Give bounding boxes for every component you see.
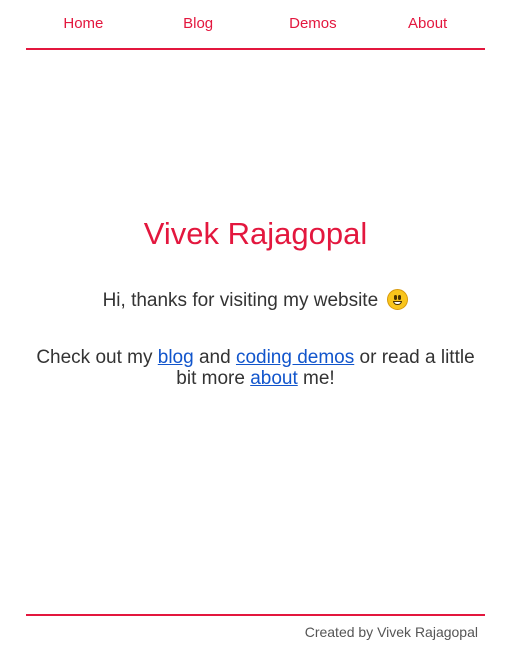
- greeting-label: Hi, thanks for visiting my website: [102, 290, 379, 311]
- intro-text-2: and: [193, 347, 236, 368]
- footer-divider: [26, 614, 485, 616]
- nav-demos-link[interactable]: Demos: [256, 15, 371, 32]
- footer-credit: Created by Vivek Rajagopal: [304, 624, 478, 640]
- nav-home-link[interactable]: Home: [26, 15, 141, 32]
- about-link[interactable]: about: [250, 368, 298, 389]
- coding-demos-link[interactable]: coding demos: [236, 347, 354, 368]
- greeting-text: Hi, thanks for visiting my website: [26, 287, 485, 315]
- intro-text-4: me!: [297, 368, 335, 389]
- nav-blog-link[interactable]: Blog: [141, 15, 256, 32]
- page-title: Vivek Rajagopal: [143, 216, 368, 251]
- grinning-face-icon: [387, 289, 409, 310]
- intro-paragraph: Check out my blog and coding demos or re…: [26, 347, 485, 389]
- page: Home Blog Demos About Vivek Rajagopal Hi…: [0, 0, 508, 657]
- intro-text-1: Check out my: [36, 347, 158, 368]
- top-navigation: Home Blog Demos About: [26, 0, 485, 50]
- nav-about-link[interactable]: About: [370, 15, 485, 32]
- blog-link[interactable]: blog: [158, 347, 194, 368]
